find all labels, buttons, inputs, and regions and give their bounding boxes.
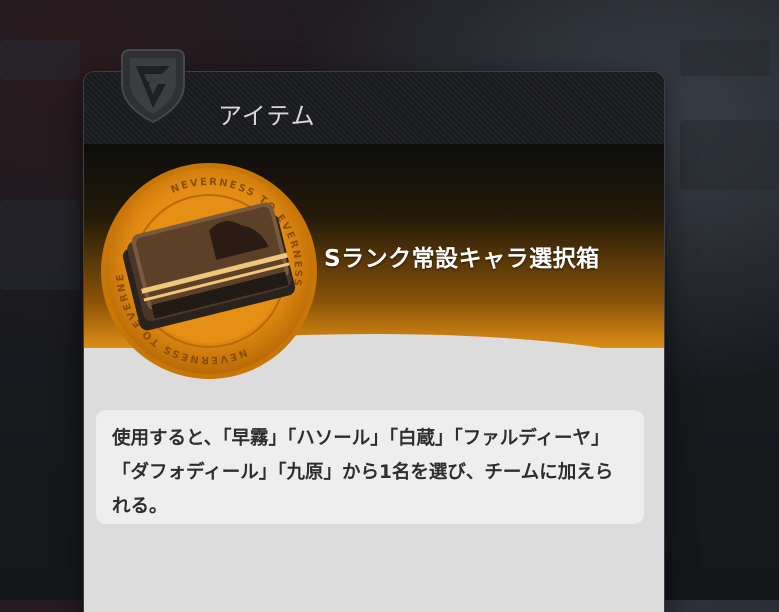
- background-blur-strip: [680, 40, 770, 76]
- chevron-triangle-logo-icon: [121, 49, 185, 124]
- item-emblem: NEVERNESS TO EVERNESS NEVERNESS TO EVERN…: [98, 160, 317, 379]
- panel-title: アイテム: [218, 102, 316, 130]
- item-description: 使用すると、「早霧」「ハソール」「白蔵」「ファルディーヤ」「ダフォディール」「九…: [96, 410, 644, 524]
- background-blur-strip: [0, 200, 80, 290]
- item-name: Sランク常設キャラ選択箱: [324, 246, 600, 272]
- background-blur-strip: [0, 40, 80, 80]
- background-blur-strip: [680, 120, 779, 190]
